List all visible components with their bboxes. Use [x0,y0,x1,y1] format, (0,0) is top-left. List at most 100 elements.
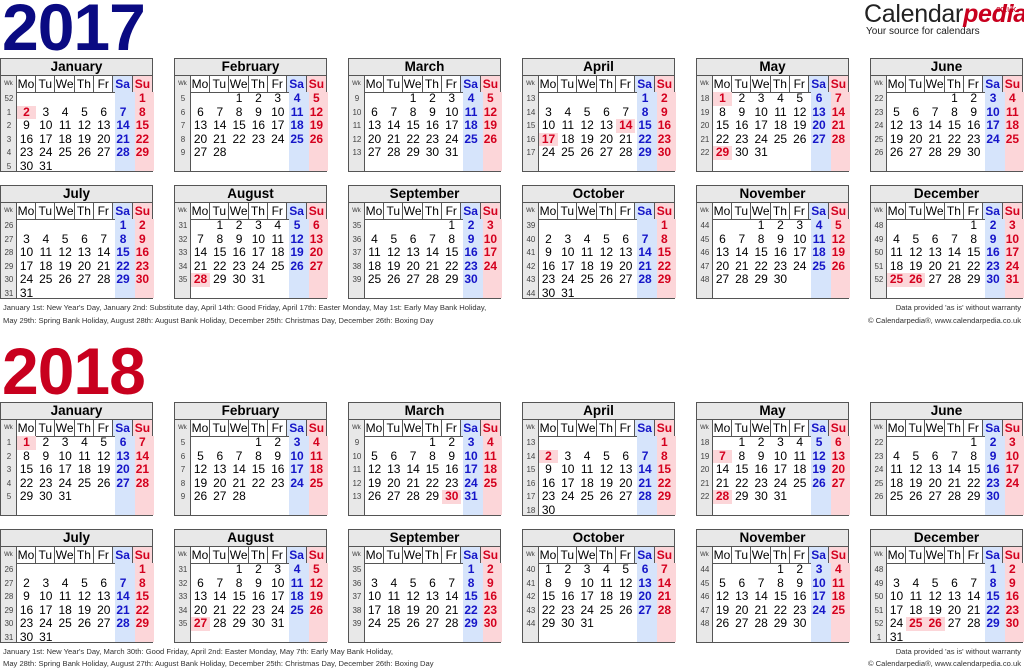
date-cell[interactable]: 16 [17,603,36,618]
date-cell[interactable]: 2 [133,218,152,233]
date-cell[interactable]: 23 [655,132,674,147]
date-cell[interactable]: 2 [36,435,55,450]
date-cell[interactable]: 9 [133,232,152,247]
date-cell[interactable]: 4 [887,449,906,464]
date-cell[interactable]: 12 [481,105,500,120]
date-cell[interactable]: 31 [249,272,268,287]
date-cell[interactable]: 9 [17,589,36,604]
date-cell[interactable]: 5 [55,232,74,247]
date-cell[interactable]: 11 [384,589,403,604]
date-cell[interactable]: 25 [790,476,809,491]
date-cell[interactable]: 19 [906,476,925,491]
date-cell[interactable]: 12 [713,589,732,604]
date-cell[interactable]: 2 [558,562,577,577]
date-cell[interactable]: 1 [635,91,654,106]
date-cell[interactable]: 20 [635,589,654,604]
date-cell[interactable]: 24 [577,603,596,618]
date-cell[interactable]: 22 [113,259,132,274]
date-cell[interactable]: 16 [229,245,248,260]
date-cell[interactable]: 25 [887,489,906,504]
date-cell[interactable]: 12 [577,118,596,133]
date-cell[interactable]: 27 [713,272,732,287]
date-cell[interactable]: 18 [461,118,480,133]
date-cell[interactable]: 11 [887,462,906,477]
date-cell[interactable]: 31 [17,286,36,301]
date-cell[interactable]: 2 [1003,562,1022,577]
date-cell[interactable]: 19 [75,132,94,147]
date-cell[interactable]: 17 [442,118,461,133]
date-cell[interactable]: 20 [75,259,94,274]
date-cell[interactable]: 22 [229,603,248,618]
date-cell[interactable]: 11 [287,576,306,591]
date-cell[interactable]: 4 [55,105,74,120]
date-cell[interactable]: 11 [597,576,616,591]
date-cell[interactable]: 21 [945,476,964,491]
date-cell[interactable]: 11 [55,118,74,133]
date-cell[interactable]: 13 [365,118,384,133]
date-cell[interactable]: 6 [925,449,944,464]
date-cell[interactable]: 1 [964,435,983,450]
date-cell[interactable]: 2 [983,218,1002,233]
date-cell[interactable]: 13 [925,245,944,260]
date-cell[interactable]: 24 [539,145,558,160]
date-cell[interactable]: 22 [210,259,229,274]
date-cell[interactable]: 12 [790,105,809,120]
date-cell[interactable]: 14 [751,589,770,604]
date-cell[interactable]: 11 [36,245,55,260]
date-cell[interactable]: 6 [307,218,326,233]
date-cell[interactable]: 23 [461,259,480,274]
date-cell[interactable]: 23 [983,259,1002,274]
date-cell[interactable]: 15 [713,118,732,133]
date-cell[interactable]: 4 [268,218,287,233]
date-cell[interactable]: 19 [307,589,326,604]
date-cell[interactable]: 1 [964,218,983,233]
date-cell[interactable]: 23 [983,476,1002,491]
date-cell[interactable]: 4 [906,576,925,591]
date-cell[interactable]: 7 [655,562,674,577]
date-cell[interactable]: 5 [809,435,828,450]
date-cell[interactable]: 7 [635,232,654,247]
date-cell[interactable]: 25 [461,132,480,147]
date-cell[interactable]: 26 [75,145,94,160]
date-cell[interactable]: 5 [887,105,906,120]
date-cell[interactable]: 8 [751,232,770,247]
holiday-date-cell[interactable]: 28 [190,272,211,287]
date-cell[interactable]: 1 [732,435,751,450]
date-cell[interactable]: 19 [403,603,422,618]
date-cell[interactable]: 23 [481,603,500,618]
date-cell[interactable]: 6 [94,105,113,120]
date-cell[interactable]: 8 [461,576,480,591]
date-cell[interactable]: 22 [655,476,674,491]
date-cell[interactable]: 3 [36,105,55,120]
date-cell[interactable]: 23 [539,489,558,504]
holiday-date-cell[interactable]: 25 [886,272,907,287]
date-cell[interactable]: 3 [577,562,596,577]
date-cell[interactable]: 16 [249,589,268,604]
date-cell[interactable]: 24 [790,259,809,274]
date-cell[interactable]: 4 [36,232,55,247]
date-cell[interactable]: 12 [307,105,326,120]
date-cell[interactable]: 3 [268,91,287,106]
date-cell[interactable]: 27 [113,476,132,491]
date-cell[interactable]: 8 [210,232,229,247]
date-cell[interactable]: 26 [809,476,828,491]
date-cell[interactable]: 30 [558,616,577,631]
date-cell[interactable]: 2 [751,435,770,450]
date-cell[interactable]: 28 [964,616,983,631]
date-cell[interactable]: 29 [635,145,654,160]
date-cell[interactable]: 21 [94,259,113,274]
date-cell[interactable]: 21 [133,462,152,477]
date-cell[interactable]: 26 [75,616,94,631]
date-cell[interactable]: 27 [94,616,113,631]
date-cell[interactable]: 11 [365,245,384,260]
date-cell[interactable]: 2 [229,218,248,233]
date-cell[interactable]: 16 [539,259,558,274]
date-cell[interactable]: 25 [558,145,577,160]
date-cell[interactable]: 22 [751,259,770,274]
date-cell[interactable]: 12 [365,462,384,477]
date-cell[interactable]: 17 [481,245,500,260]
date-cell[interactable]: 26 [94,476,113,491]
date-cell[interactable]: 28 [403,489,422,504]
date-cell[interactable]: 24 [887,616,906,631]
date-cell[interactable]: 8 [113,232,132,247]
